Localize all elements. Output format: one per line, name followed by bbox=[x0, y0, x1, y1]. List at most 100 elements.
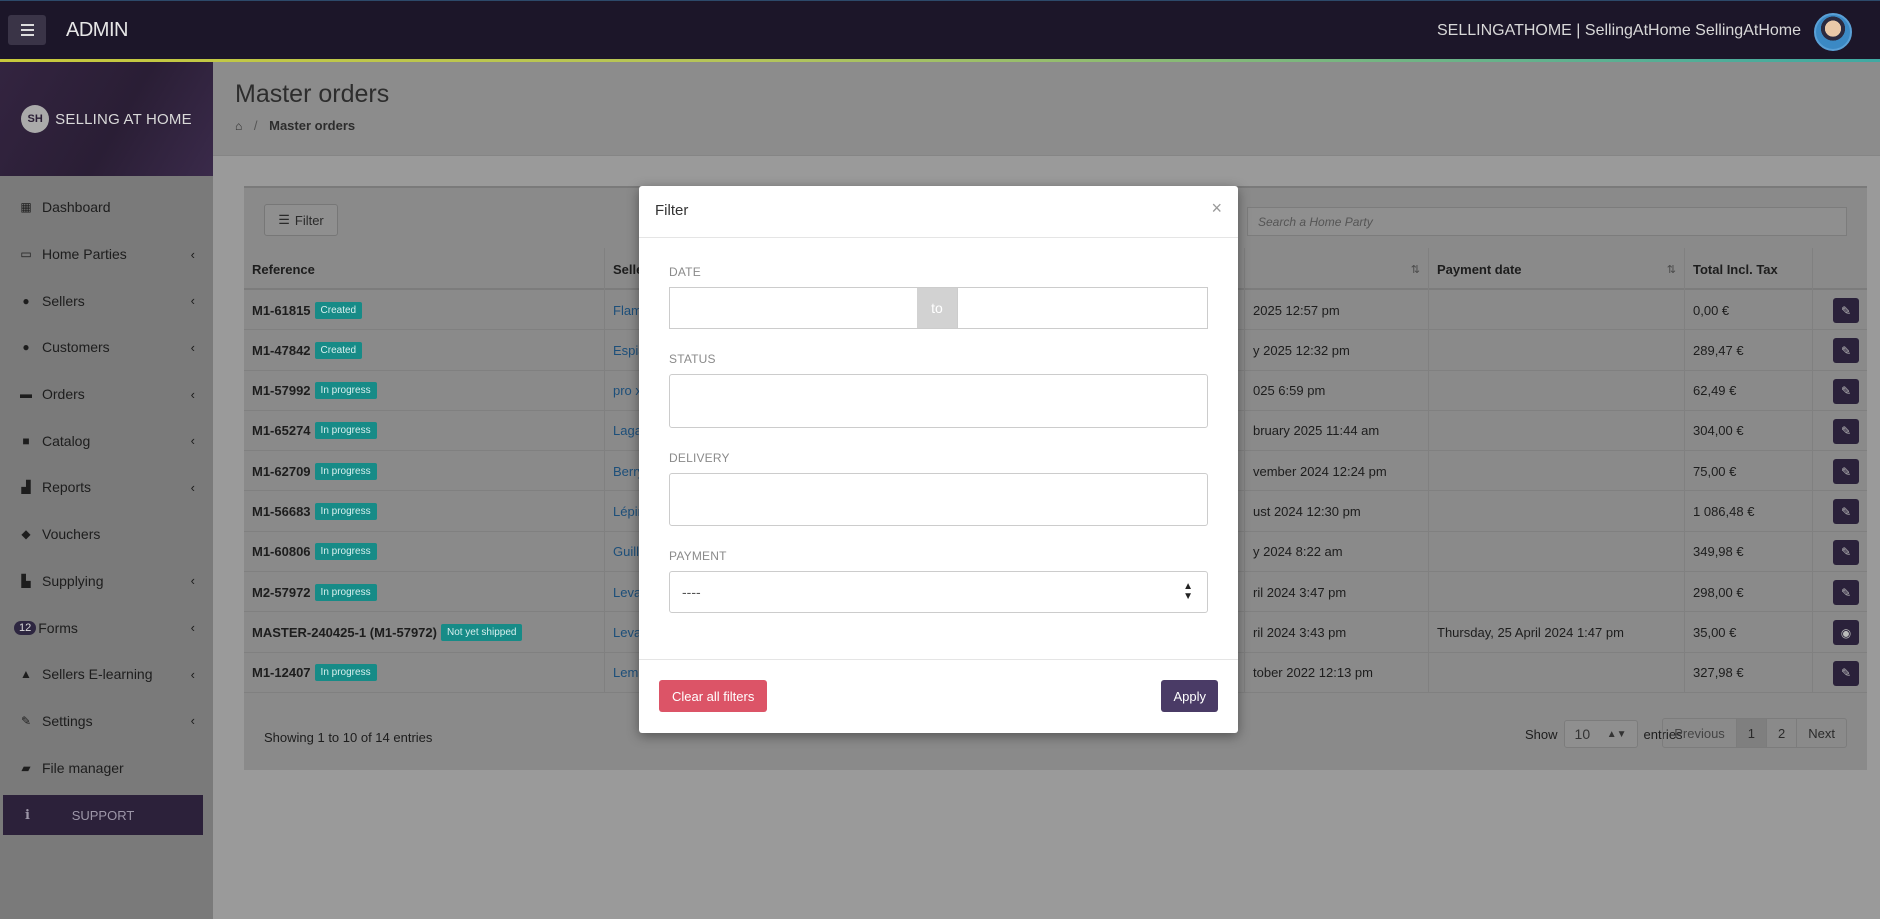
close-icon[interactable]: × bbox=[1211, 198, 1222, 219]
sidebar-item-vouchers[interactable]: ◆ Vouchers bbox=[0, 511, 213, 558]
sidebar-item-label: Sellers E-learning bbox=[42, 666, 153, 683]
sidebar-item-customers[interactable]: ● Customers ‹ bbox=[0, 324, 213, 371]
cell-seller[interactable]: Lem bbox=[604, 652, 644, 693]
payment-filter-group: PAYMENT ---- ▲ ▼ bbox=[669, 549, 1208, 613]
page-size-select[interactable]: 10 ▲▼ bbox=[1563, 720, 1638, 748]
date-to-input[interactable] bbox=[957, 288, 1207, 328]
cell-total: 327,98 € bbox=[1684, 652, 1812, 693]
sidebar-item-label: Catalog bbox=[42, 432, 91, 449]
hamburger-icon-line bbox=[20, 29, 34, 31]
edit-button[interactable]: ✎ bbox=[1833, 539, 1859, 565]
date-from-input[interactable] bbox=[670, 288, 917, 328]
users-icon: ● bbox=[22, 340, 30, 355]
order-reference[interactable]: M1-62709 bbox=[252, 464, 311, 479]
chevron-left-icon: ‹ bbox=[190, 666, 195, 682]
sidebar-item-forms[interactable]: 12 Forms ‹ bbox=[0, 604, 213, 651]
sidebar-item-sellers-elearning[interactable]: ▲ Sellers E-learning ‹ bbox=[0, 651, 213, 698]
payment-select[interactable]: ---- ▲ ▼ bbox=[669, 571, 1208, 613]
filter-button[interactable]: ☰ Filter bbox=[264, 204, 338, 236]
user-avatar[interactable] bbox=[1814, 13, 1852, 51]
column-header-reference[interactable]: Reference bbox=[244, 248, 604, 290]
cell-seller[interactable]: Berry bbox=[604, 451, 644, 492]
column-header-date[interactable]: ⇅ bbox=[1244, 248, 1428, 290]
sidebar-item-sellers[interactable]: ● Sellers ‹ bbox=[0, 277, 213, 324]
sidebar-item-settings[interactable]: ✎ Settings ‹ bbox=[0, 698, 213, 745]
cell-seller[interactable]: Guill bbox=[604, 531, 644, 572]
view-button[interactable]: ◉ bbox=[1833, 620, 1859, 646]
cell-actions: ✎ bbox=[1812, 572, 1867, 613]
cell-payment-date bbox=[1428, 491, 1684, 532]
folder-open-icon: ▰ bbox=[21, 760, 31, 775]
sidebar-item-orders[interactable]: ▬ Orders ‹ bbox=[0, 371, 213, 418]
delivery-select[interactable] bbox=[669, 473, 1208, 526]
status-select[interactable] bbox=[669, 374, 1208, 428]
pagination-page-2[interactable]: 2 bbox=[1766, 719, 1796, 747]
brand-logo[interactable]: SH SELLING AT HOME bbox=[0, 62, 213, 176]
sidebar-item-dashboard[interactable]: ▦ Dashboard bbox=[0, 184, 213, 231]
support-button[interactable]: i SUPPORT bbox=[3, 795, 203, 835]
search-input[interactable]: Search a Home Party bbox=[1247, 207, 1847, 236]
order-reference[interactable]: M2-57972 bbox=[252, 585, 311, 600]
cell-seller[interactable]: Flam bbox=[604, 290, 644, 330]
sidebar-item-label: Customers bbox=[42, 339, 110, 356]
cell-seller[interactable]: Leva bbox=[604, 612, 644, 653]
edit-button[interactable]: ✎ bbox=[1833, 338, 1859, 364]
edit-button[interactable]: ✎ bbox=[1833, 378, 1859, 404]
eye-icon: ◉ bbox=[1840, 625, 1852, 640]
order-reference[interactable]: M1-61815 bbox=[252, 303, 311, 318]
pagination-next[interactable]: Next bbox=[1796, 719, 1846, 747]
tags-icon: ◆ bbox=[21, 527, 31, 542]
order-reference[interactable]: M1-12407 bbox=[252, 665, 311, 680]
cell-seller[interactable]: Leva bbox=[604, 572, 644, 613]
order-reference[interactable]: MASTER-240425-1 (M1-57972) bbox=[252, 625, 437, 640]
breadcrumb-current: Master orders bbox=[269, 118, 356, 133]
order-reference[interactable]: M1-56683 bbox=[252, 504, 311, 519]
edit-button[interactable]: ✎ bbox=[1833, 660, 1859, 686]
cell-payment-date bbox=[1428, 330, 1684, 371]
cell-seller[interactable]: pro x bbox=[604, 370, 644, 411]
edit-button[interactable]: ✎ bbox=[1833, 459, 1859, 485]
sidebar-item-home-parties[interactable]: ▭ Home Parties ‹ bbox=[0, 231, 213, 278]
sidebar-item-reports[interactable]: ▟ Reports ‹ bbox=[0, 464, 213, 511]
user-name[interactable]: SELLINGATHOME | SellingAtHome SellingAtH… bbox=[1437, 22, 1801, 40]
clear-filters-button[interactable]: Clear all filters bbox=[659, 680, 768, 712]
breadcrumb: ⌂ / Master orders bbox=[235, 118, 355, 133]
column-header-total[interactable]: Total Incl. Tax bbox=[1684, 248, 1812, 290]
cell-date: ust 2024 12:30 pm bbox=[1244, 491, 1428, 532]
cell-seller[interactable]: Lépin bbox=[604, 491, 644, 532]
status-badge: Not yet shipped bbox=[440, 623, 523, 641]
cell-seller[interactable]: Espia bbox=[604, 330, 644, 371]
pencil-icon: ✎ bbox=[1840, 303, 1852, 318]
cell-reference: M1-57992 In progress bbox=[244, 371, 604, 411]
sidebar-item-label: Reports bbox=[42, 479, 92, 496]
column-header-seller[interactable]: Selle bbox=[604, 248, 644, 290]
sidebar-item-catalog[interactable]: ■ Catalog ‹ bbox=[0, 417, 213, 464]
pagination-previous[interactable]: Previous bbox=[1663, 719, 1736, 747]
order-reference[interactable]: M1-60806 bbox=[252, 544, 311, 559]
page-header: Master orders ⌂ / Master orders bbox=[213, 62, 1880, 156]
menu-toggle-button[interactable] bbox=[8, 15, 46, 45]
page-size-control: Show 10 ▲▼ entries bbox=[1525, 720, 1683, 748]
apply-button[interactable]: Apply bbox=[1161, 680, 1218, 712]
sidebar-item-supplying[interactable]: ▙ Supplying ‹ bbox=[0, 558, 213, 605]
edit-button[interactable]: ✎ bbox=[1833, 298, 1859, 323]
order-reference[interactable]: M1-65274 bbox=[252, 423, 311, 438]
order-reference[interactable]: M1-47842 bbox=[252, 343, 311, 358]
sidebar-item-file-manager[interactable]: ▰ File manager bbox=[0, 744, 213, 791]
chevron-left-icon: ‹ bbox=[190, 479, 195, 495]
home-icon[interactable]: ⌂ bbox=[235, 119, 242, 133]
pagination-page-1[interactable]: 1 bbox=[1735, 719, 1767, 747]
order-reference[interactable]: M1-57992 bbox=[252, 383, 311, 398]
edit-button[interactable]: ✎ bbox=[1833, 499, 1859, 525]
cell-reference: M1-62709 In progress bbox=[244, 451, 604, 491]
pencil-icon: ✎ bbox=[1840, 464, 1852, 479]
cell-date: bruary 2025 11:44 am bbox=[1244, 410, 1428, 451]
edit-button[interactable]: ✎ bbox=[1833, 580, 1859, 606]
cell-payment-date bbox=[1428, 652, 1684, 693]
edit-button[interactable]: ✎ bbox=[1833, 418, 1859, 444]
cell-seller[interactable]: Laga bbox=[604, 410, 644, 451]
modal-footer: Clear all filters Apply bbox=[639, 659, 1238, 733]
column-header-payment-date[interactable]: Payment date ⇅ bbox=[1428, 248, 1684, 290]
breadcrumb-separator: / bbox=[253, 118, 258, 133]
status-badge: In progress bbox=[314, 382, 377, 400]
